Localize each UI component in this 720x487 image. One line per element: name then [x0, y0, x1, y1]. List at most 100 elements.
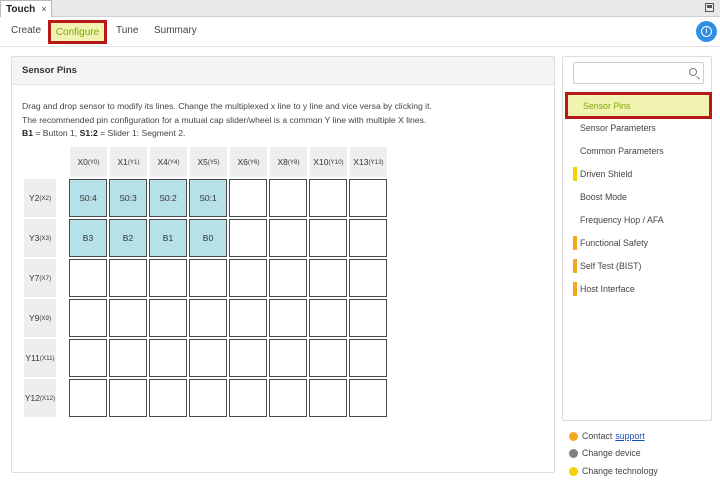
empty-cell[interactable] — [189, 379, 227, 417]
sensor-cell[interactable]: B3 — [69, 219, 107, 257]
nav-summary[interactable]: Summary — [154, 25, 197, 36]
panel-description: Drag and drop sensor to modify its lines… — [22, 100, 552, 141]
empty-cell[interactable] — [69, 299, 107, 337]
status-marker — [573, 167, 577, 181]
empty-cell[interactable] — [309, 179, 347, 217]
empty-cell[interactable] — [149, 339, 187, 377]
minimize-icon[interactable] — [705, 3, 714, 12]
column-header: X6 (Y6) — [230, 147, 267, 177]
tab-strip: Touch × — [0, 0, 720, 17]
empty-cell[interactable] — [189, 339, 227, 377]
column-header-main: X4 — [157, 157, 168, 167]
info-icon[interactable]: i — [696, 21, 717, 42]
empty-cell[interactable] — [229, 339, 267, 377]
device-dot-icon — [569, 448, 578, 458]
sensor-cell[interactable]: B2 — [109, 219, 147, 257]
row-header-sub: (X3) — [39, 234, 52, 242]
side-item-sensor-parameters[interactable]: Sensor Parameters — [567, 118, 709, 138]
empty-cell[interactable] — [189, 259, 227, 297]
support-link[interactable]: support — [615, 431, 644, 441]
empty-cell[interactable] — [349, 179, 387, 217]
row-header[interactable]: Y7 (X7) — [24, 259, 56, 297]
status-marker — [573, 236, 577, 250]
column-header-sub: (Y8) — [287, 158, 300, 166]
side-item-self-test-bist[interactable]: Self Test (BIST) — [567, 256, 709, 276]
side-item-functional-safety[interactable]: Functional Safety — [567, 233, 709, 253]
side-item-host-interface[interactable]: Host Interface — [567, 279, 709, 299]
empty-cell[interactable] — [229, 259, 267, 297]
side-item-boost-mode[interactable]: Boost Mode — [567, 187, 709, 207]
nav-configure[interactable]: Configure — [48, 20, 107, 44]
sensor-cell[interactable]: B1 — [149, 219, 187, 257]
empty-cell[interactable] — [69, 339, 107, 377]
empty-cell[interactable] — [309, 339, 347, 377]
empty-cell[interactable] — [109, 339, 147, 377]
empty-cell[interactable] — [229, 299, 267, 337]
empty-cell[interactable] — [269, 379, 307, 417]
empty-cell[interactable] — [149, 379, 187, 417]
row-header[interactable]: Y9 (X9) — [24, 299, 56, 337]
empty-cell[interactable] — [109, 379, 147, 417]
sensor-cell[interactable]: S0:3 — [109, 179, 147, 217]
column-header: X8 (Y8) — [270, 147, 307, 177]
status-marker — [573, 259, 577, 273]
empty-cell[interactable] — [229, 379, 267, 417]
empty-cell[interactable] — [309, 379, 347, 417]
empty-cell[interactable] — [69, 379, 107, 417]
empty-cell[interactable] — [189, 299, 227, 337]
empty-cell[interactable] — [349, 339, 387, 377]
nav-create[interactable]: Create — [11, 25, 41, 36]
empty-cell[interactable] — [309, 259, 347, 297]
description-line-2: The recommended pin configuration for a … — [22, 114, 427, 125]
column-header-sub: (Y4) — [167, 158, 180, 166]
side-item-label: Frequency Hop / AFA — [580, 215, 664, 225]
sensor-pins-panel: Sensor Pins Drag and drop sensor to modi… — [11, 56, 555, 473]
empty-cell[interactable] — [349, 379, 387, 417]
empty-cell[interactable] — [149, 259, 187, 297]
nav-tune[interactable]: Tune — [116, 25, 138, 36]
nav-configure-label: Configure — [55, 26, 100, 38]
empty-cell[interactable] — [109, 299, 147, 337]
side-item-label: Host Interface — [580, 284, 635, 294]
empty-cell[interactable] — [149, 299, 187, 337]
empty-cell[interactable] — [269, 339, 307, 377]
row-header-main: Y12 — [24, 393, 40, 403]
column-header-main: X13 — [353, 157, 369, 167]
close-icon[interactable]: × — [41, 4, 46, 14]
row-header-sub: (X7) — [39, 274, 52, 282]
side-item-label: Self Test (BIST) — [580, 261, 642, 271]
column-header: X1 (Y1) — [110, 147, 147, 177]
empty-cell[interactable] — [229, 219, 267, 257]
sensor-cell[interactable]: S0:2 — [149, 179, 187, 217]
row-header[interactable]: Y3 (X3) — [24, 219, 56, 257]
row-header[interactable]: Y12 (X12) — [24, 379, 56, 417]
row-header[interactable]: Y2 (X2) — [24, 179, 56, 217]
side-item-sensor-pins[interactable]: Sensor Pins — [565, 92, 712, 119]
empty-cell[interactable] — [269, 299, 307, 337]
empty-cell[interactable] — [269, 259, 307, 297]
empty-cell[interactable] — [309, 299, 347, 337]
row-header[interactable]: Y11 (X11) — [24, 339, 56, 377]
empty-cell[interactable] — [69, 259, 107, 297]
empty-cell[interactable] — [349, 299, 387, 337]
side-item-driven-shield[interactable]: Driven Shield — [567, 164, 709, 184]
change-device-link[interactable]: Change device — [569, 446, 641, 460]
search-input[interactable] — [573, 62, 704, 84]
empty-cell[interactable] — [109, 259, 147, 297]
tab-touch-label: Touch — [6, 3, 36, 15]
sensor-cell[interactable]: S0:4 — [69, 179, 107, 217]
tab-touch[interactable]: Touch × — [0, 0, 52, 17]
sensor-cell[interactable]: S0:1 — [189, 179, 227, 217]
column-header-sub: (Y1) — [127, 158, 140, 166]
side-item-common-parameters[interactable]: Common Parameters — [567, 141, 709, 161]
sensor-cell[interactable]: B0 — [189, 219, 227, 257]
change-technology-link[interactable]: Change technology — [569, 464, 658, 478]
empty-cell[interactable] — [349, 219, 387, 257]
empty-cell[interactable] — [309, 219, 347, 257]
empty-cell[interactable] — [349, 259, 387, 297]
empty-cell[interactable] — [269, 219, 307, 257]
empty-cell[interactable] — [229, 179, 267, 217]
side-item-frequency-hop-afa[interactable]: Frequency Hop / AFA — [567, 210, 709, 230]
search-icon[interactable] — [689, 68, 697, 76]
empty-cell[interactable] — [269, 179, 307, 217]
